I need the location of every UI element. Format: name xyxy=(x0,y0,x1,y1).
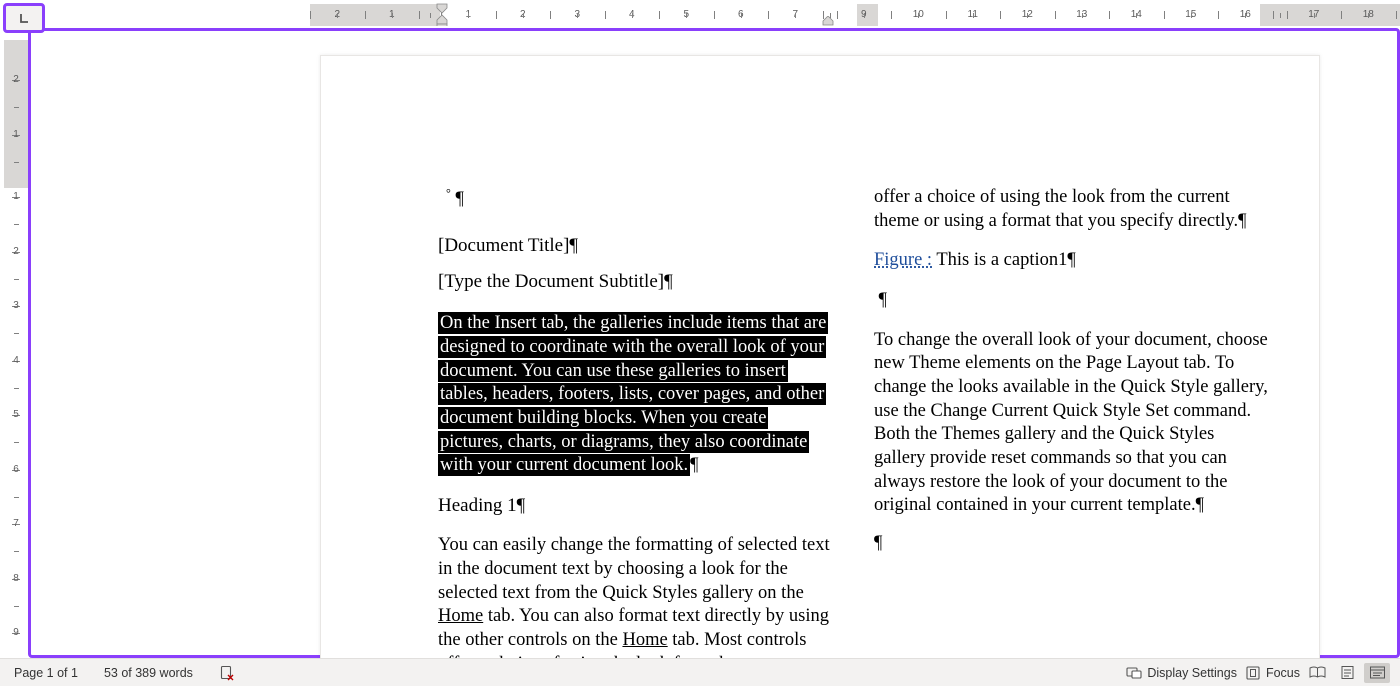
focus-icon xyxy=(1245,665,1261,681)
tab-stop-selector[interactable] xyxy=(3,3,45,33)
word-count[interactable]: 53 of 389 words xyxy=(100,666,197,680)
paragraph-2[interactable]: You can easily change the formatting of … xyxy=(438,534,833,676)
paragraph-3[interactable]: offer a choice of using the look from th… xyxy=(874,186,1269,233)
figure-field[interactable]: Figure : xyxy=(874,250,932,270)
document-title-field[interactable]: [Document Title]¶ xyxy=(438,234,833,258)
read-mode-button[interactable] xyxy=(1304,663,1330,683)
proofing-errors-button[interactable] xyxy=(215,665,239,681)
tab-left-icon xyxy=(17,11,31,25)
selected-paragraph[interactable]: On the Insert tab, the galleries include… xyxy=(438,312,833,478)
h-ruler-ticks: 211234567910111213141516171819 xyxy=(310,4,1400,26)
figure-caption-line[interactable]: Figure : This is a caption1¶ xyxy=(874,249,1269,273)
vertical-ruler[interactable]: 21123456789 xyxy=(4,40,28,658)
v-ruler-ticks: 21123456789 xyxy=(4,40,28,658)
print-layout-button[interactable] xyxy=(1334,663,1360,683)
focus-button[interactable]: Focus xyxy=(1241,665,1304,681)
horizontal-ruler[interactable]: 211234567910111213141516171819 xyxy=(0,4,1400,26)
view-mode-buttons xyxy=(1304,663,1390,683)
column-1: ° ¶ [Document Title]¶ [Type the Document… xyxy=(438,186,833,689)
heading-1[interactable]: Heading 1¶ xyxy=(438,494,833,518)
empty-para-2[interactable]: ¶ xyxy=(874,532,1269,556)
print-layout-icon xyxy=(1339,665,1356,680)
document-subtitle-field[interactable]: [Type the Document Subtitle]¶ xyxy=(438,270,833,294)
empty-para-1[interactable]: ¶ xyxy=(874,289,1269,313)
first-line-indent-marker[interactable] xyxy=(436,2,448,31)
proofing-error-icon xyxy=(219,665,235,681)
home-link-2[interactable]: Home xyxy=(622,630,667,650)
paragraph-4[interactable]: To change the overall look of your docum… xyxy=(874,329,1269,518)
status-bar: Page 1 of 1 53 of 389 words Display Sett… xyxy=(0,658,1400,686)
right-indent-marker[interactable] xyxy=(822,13,834,31)
web-layout-icon xyxy=(1369,665,1386,680)
home-link-1[interactable]: Home xyxy=(438,606,483,626)
empty-first-line: ° ¶ xyxy=(446,186,833,212)
display-settings-button[interactable]: Display Settings xyxy=(1122,665,1241,681)
display-settings-icon xyxy=(1126,665,1142,681)
web-layout-button[interactable] xyxy=(1364,663,1390,683)
column-2: offer a choice of using the look from th… xyxy=(874,186,1269,568)
document-page[interactable]: ° ¶ [Document Title]¶ [Type the Document… xyxy=(320,55,1320,675)
page-indicator[interactable]: Page 1 of 1 xyxy=(10,666,82,680)
read-mode-icon xyxy=(1309,665,1326,680)
